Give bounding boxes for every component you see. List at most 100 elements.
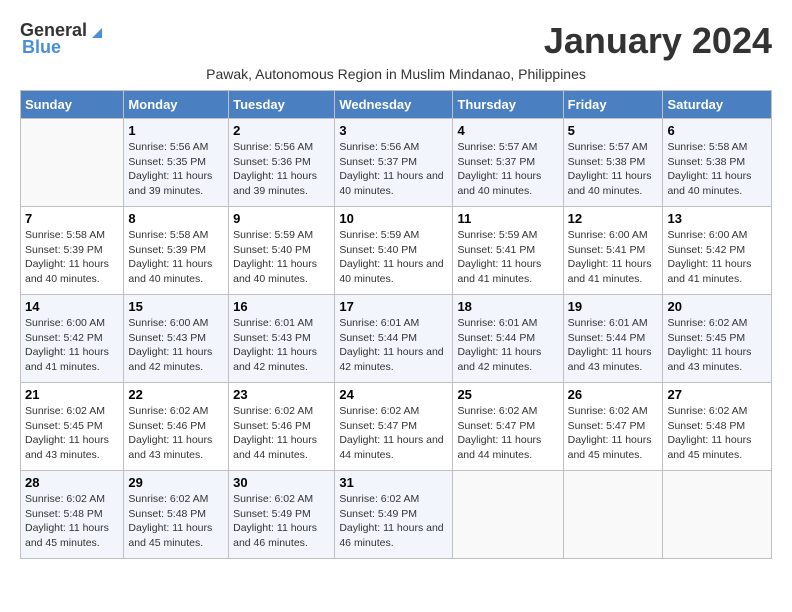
logo-triangle-icon [88, 22, 106, 40]
column-header-saturday: Saturday [663, 91, 772, 119]
day-info: Sunrise: 6:02 AMSunset: 5:47 PMDaylight:… [457, 404, 558, 463]
day-number: 4 [457, 123, 558, 138]
day-info: Sunrise: 6:02 AMSunset: 5:46 PMDaylight:… [128, 404, 224, 463]
day-number: 27 [667, 387, 767, 402]
calendar-cell [563, 471, 663, 559]
day-info: Sunrise: 6:02 AMSunset: 5:49 PMDaylight:… [339, 492, 448, 551]
day-number: 17 [339, 299, 448, 314]
day-info: Sunrise: 6:00 AMSunset: 5:42 PMDaylight:… [25, 316, 119, 375]
day-info: Sunrise: 5:59 AMSunset: 5:40 PMDaylight:… [233, 228, 330, 287]
calendar-cell: 14 Sunrise: 6:00 AMSunset: 5:42 PMDayligh… [21, 295, 124, 383]
subtitle: Pawak, Autonomous Region in Muslim Minda… [20, 66, 772, 82]
calendar-cell [663, 471, 772, 559]
calendar-cell: 29 Sunrise: 6:02 AMSunset: 5:48 PMDayligh… [124, 471, 229, 559]
calendar-cell: 1 Sunrise: 5:56 AMSunset: 5:35 PMDaylight… [124, 119, 229, 207]
day-number: 2 [233, 123, 330, 138]
calendar-cell: 19 Sunrise: 6:01 AMSunset: 5:44 PMDayligh… [563, 295, 663, 383]
calendar-cell: 11Sunrise: 5:59 AMSunset: 5:41 PMDayligh… [453, 207, 563, 295]
calendar-cell: 21 Sunrise: 6:02 AMSunset: 5:45 PMDayligh… [21, 383, 124, 471]
calendar-cell: 6Sunrise: 5:58 AMSunset: 5:38 PMDaylight… [663, 119, 772, 207]
day-number: 21 [25, 387, 119, 402]
day-number: 30 [233, 475, 330, 490]
calendar-cell: 9Sunrise: 5:59 AMSunset: 5:40 PMDaylight… [229, 207, 335, 295]
column-header-monday: Monday [124, 91, 229, 119]
calendar-cell: 25 Sunrise: 6:02 AMSunset: 5:47 PMDayligh… [453, 383, 563, 471]
calendar-cell: 16Sunrise: 6:01 AMSunset: 5:43 PMDayligh… [229, 295, 335, 383]
calendar-cell: 23Sunrise: 6:02 AMSunset: 5:46 PMDayligh… [229, 383, 335, 471]
calendar-cell: 15 Sunrise: 6:00 AMSunset: 5:43 PMDayligh… [124, 295, 229, 383]
day-info: Sunrise: 6:01 AMSunset: 5:43 PMDaylight:… [233, 316, 330, 375]
day-info: Sunrise: 6:00 AMSunset: 5:41 PMDaylight:… [568, 228, 659, 287]
calendar-cell: 22 Sunrise: 6:02 AMSunset: 5:46 PMDayligh… [124, 383, 229, 471]
calendar-cell: 27 Sunrise: 6:02 AMSunset: 5:48 PMDayligh… [663, 383, 772, 471]
calendar-cell: 7 Sunrise: 5:58 AMSunset: 5:39 PMDaylight… [21, 207, 124, 295]
day-number: 24 [339, 387, 448, 402]
day-info: Sunrise: 6:01 AMSunset: 5:44 PMDaylight:… [568, 316, 659, 375]
calendar-cell: 5 Sunrise: 5:57 AMSunset: 5:38 PMDaylight… [563, 119, 663, 207]
page-header: General Blue January 2024 [20, 20, 772, 62]
day-number: 7 [25, 211, 119, 226]
calendar-cell: 28 Sunrise: 6:02 AMSunset: 5:48 PMDayligh… [21, 471, 124, 559]
day-number: 14 [25, 299, 119, 314]
day-info: Sunrise: 5:58 AMSunset: 5:38 PMDaylight:… [667, 140, 767, 199]
calendar-cell: 24 Sunrise: 6:02 AMSunset: 5:47 PMDayligh… [335, 383, 453, 471]
calendar-cell [453, 471, 563, 559]
day-number: 22 [128, 387, 224, 402]
day-info: Sunrise: 6:00 AMSunset: 5:43 PMDaylight:… [128, 316, 224, 375]
column-header-sunday: Sunday [21, 91, 124, 119]
day-info: Sunrise: 5:58 AMSunset: 5:39 PMDaylight:… [25, 228, 119, 287]
calendar-cell: 17Sunrise: 6:01 AMSunset: 5:44 PMDayligh… [335, 295, 453, 383]
column-header-friday: Friday [563, 91, 663, 119]
column-header-wednesday: Wednesday [335, 91, 453, 119]
calendar-cell: 31 Sunrise: 6:02 AMSunset: 5:49 PMDayligh… [335, 471, 453, 559]
day-number: 18 [457, 299, 558, 314]
day-number: 28 [25, 475, 119, 490]
calendar-table: SundayMondayTuesdayWednesdayThursdayFrid… [20, 90, 772, 559]
day-number: 31 [339, 475, 448, 490]
day-info: Sunrise: 6:02 AMSunset: 5:45 PMDaylight:… [667, 316, 767, 375]
day-info: Sunrise: 6:02 AMSunset: 5:45 PMDaylight:… [25, 404, 119, 463]
calendar-header-row: SundayMondayTuesdayWednesdayThursdayFrid… [21, 91, 772, 119]
calendar-week-row: 28 Sunrise: 6:02 AMSunset: 5:48 PMDayligh… [21, 471, 772, 559]
day-number: 3 [339, 123, 448, 138]
day-info: Sunrise: 6:02 AMSunset: 5:48 PMDaylight:… [25, 492, 119, 551]
day-number: 23 [233, 387, 330, 402]
calendar-cell: 10Sunrise: 5:59 AMSunset: 5:40 PMDayligh… [335, 207, 453, 295]
day-info: Sunrise: 5:57 AMSunset: 5:37 PMDaylight:… [457, 140, 558, 199]
day-number: 25 [457, 387, 558, 402]
logo: General Blue [20, 20, 106, 58]
day-info: Sunrise: 6:02 AMSunset: 5:48 PMDaylight:… [128, 492, 224, 551]
logo-blue: Blue [22, 37, 61, 58]
day-number: 29 [128, 475, 224, 490]
day-info: Sunrise: 6:02 AMSunset: 5:49 PMDaylight:… [233, 492, 330, 551]
calendar-cell: 8Sunrise: 5:58 AMSunset: 5:39 PMDaylight… [124, 207, 229, 295]
calendar-cell: 18Sunrise: 6:01 AMSunset: 5:44 PMDayligh… [453, 295, 563, 383]
day-info: Sunrise: 6:00 AMSunset: 5:42 PMDaylight:… [667, 228, 767, 287]
day-info: Sunrise: 5:56 AMSunset: 5:35 PMDaylight:… [128, 140, 224, 199]
calendar-cell: 4 Sunrise: 5:57 AMSunset: 5:37 PMDaylight… [453, 119, 563, 207]
day-number: 20 [667, 299, 767, 314]
day-number: 8 [128, 211, 224, 226]
day-info: Sunrise: 5:59 AMSunset: 5:40 PMDaylight:… [339, 228, 448, 287]
day-number: 12 [568, 211, 659, 226]
calendar-cell: 2 Sunrise: 5:56 AMSunset: 5:36 PMDaylight… [229, 119, 335, 207]
calendar-cell: 20 Sunrise: 6:02 AMSunset: 5:45 PMDayligh… [663, 295, 772, 383]
calendar-cell: 30 Sunrise: 6:02 AMSunset: 5:49 PMDayligh… [229, 471, 335, 559]
day-number: 13 [667, 211, 767, 226]
day-info: Sunrise: 6:02 AMSunset: 5:47 PMDaylight:… [339, 404, 448, 463]
day-number: 5 [568, 123, 659, 138]
calendar-week-row: 7 Sunrise: 5:58 AMSunset: 5:39 PMDaylight… [21, 207, 772, 295]
calendar-week-row: 1 Sunrise: 5:56 AMSunset: 5:35 PMDaylight… [21, 119, 772, 207]
day-info: Sunrise: 5:59 AMSunset: 5:41 PMDaylight:… [457, 228, 558, 287]
day-info: Sunrise: 5:57 AMSunset: 5:38 PMDaylight:… [568, 140, 659, 199]
day-number: 26 [568, 387, 659, 402]
day-info: Sunrise: 6:02 AMSunset: 5:48 PMDaylight:… [667, 404, 767, 463]
calendar-cell: 13 Sunrise: 6:00 AMSunset: 5:42 PMDayligh… [663, 207, 772, 295]
day-number: 15 [128, 299, 224, 314]
day-info: Sunrise: 6:02 AMSunset: 5:47 PMDaylight:… [568, 404, 659, 463]
day-info: Sunrise: 5:56 AMSunset: 5:36 PMDaylight:… [233, 140, 330, 199]
day-number: 19 [568, 299, 659, 314]
calendar-week-row: 14 Sunrise: 6:00 AMSunset: 5:42 PMDayligh… [21, 295, 772, 383]
calendar-cell: 3Sunrise: 5:56 AMSunset: 5:37 PMDaylight… [335, 119, 453, 207]
day-number: 1 [128, 123, 224, 138]
